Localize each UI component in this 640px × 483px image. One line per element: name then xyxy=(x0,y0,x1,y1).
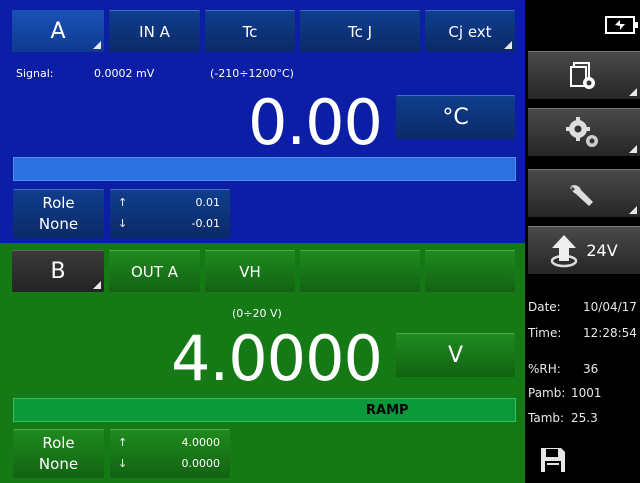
file-settings-button[interactable] xyxy=(528,51,640,99)
corner-indicator-icon xyxy=(629,88,637,96)
tab-label: Tc xyxy=(242,22,258,41)
limit-high-value: 4.0000 xyxy=(181,436,221,449)
channel-b-reading: 4.0000 xyxy=(171,322,383,395)
file-settings-icon xyxy=(570,61,595,89)
channel-a-limits-button[interactable]: ↑ 0.01 ↓ -0.01 xyxy=(110,189,230,238)
sidebar: 24V Date: 10/04/17 Time: 12:28:54 %RH: 3… xyxy=(525,0,640,483)
tab-label: A xyxy=(50,18,66,44)
corner-indicator-icon xyxy=(629,206,637,214)
loop-power-icon xyxy=(551,234,578,267)
ramp-label: RAMP xyxy=(366,403,409,418)
time-value: 12:28:54 xyxy=(583,326,637,340)
tab-label: OUT A xyxy=(131,262,178,281)
tamb-label: Tamb: xyxy=(528,411,565,425)
arrow-up-icon: ↑ xyxy=(118,436,128,449)
settings-button[interactable] xyxy=(528,108,640,156)
channel-a-bar xyxy=(13,157,516,181)
role-label: Role xyxy=(42,194,75,212)
rh-label: %RH: xyxy=(528,362,561,376)
unit-label: V xyxy=(447,343,464,368)
tab-label: B xyxy=(50,259,66,284)
channel-a-unit-button[interactable]: °C xyxy=(396,95,515,139)
corner-indicator-icon xyxy=(93,281,101,289)
role-value: None xyxy=(38,215,79,233)
channel-b-limits-button[interactable]: ↑ 4.0000 ↓ 0.0000 xyxy=(110,429,230,478)
channel-a-cj-tab[interactable]: Cj ext xyxy=(425,10,515,52)
channel-b-type-tab[interactable]: VH xyxy=(205,250,295,292)
corner-indicator-icon xyxy=(93,41,101,49)
limit-low-value: -0.01 xyxy=(191,217,220,230)
corner-indicator-icon xyxy=(629,145,637,153)
channel-b-role-button[interactable]: Role None xyxy=(13,429,104,478)
channel-a-sensor-tab[interactable]: Tc xyxy=(205,10,295,52)
save-icon[interactable] xyxy=(539,446,567,474)
arrow-up-icon: ↑ xyxy=(118,196,128,209)
tab-label: Tc J xyxy=(347,22,373,41)
unit-label: °C xyxy=(442,105,469,130)
signal-label: Signal: xyxy=(16,67,54,80)
wrench-icon xyxy=(570,182,593,206)
channel-b-ramp-bar: RAMP xyxy=(13,398,516,422)
pamb-label: Pamb: xyxy=(528,386,566,400)
tab-label: VH xyxy=(239,262,261,281)
pamb-value: 1001 xyxy=(571,386,602,400)
limit-high-value: 0.01 xyxy=(195,196,221,209)
channel-a-type-tab[interactable]: Tc J xyxy=(300,10,420,52)
tools-button[interactable] xyxy=(528,169,640,217)
tab-label: IN A xyxy=(139,22,170,41)
channel-a-role-button[interactable]: Role None xyxy=(13,189,104,238)
channel-b-range: (0÷20 V) xyxy=(232,307,282,320)
battery-plug-icon[interactable] xyxy=(605,14,639,36)
channel-a-mode-tab[interactable]: IN A xyxy=(109,10,200,52)
signal-value: 0.0002 mV xyxy=(94,67,155,80)
power-label: 24V xyxy=(586,241,618,260)
channel-a-reading: 0.00 xyxy=(247,86,383,159)
arrow-down-icon: ↓ xyxy=(118,457,128,470)
corner-indicator-icon xyxy=(504,41,512,49)
rh-value: 36 xyxy=(583,362,599,376)
channel-b-empty-tab-2[interactable] xyxy=(425,250,515,292)
gears-icon xyxy=(566,116,598,147)
tab-label: Cj ext xyxy=(448,22,492,41)
arrow-down-icon: ↓ xyxy=(118,217,128,230)
limit-low-value: 0.0000 xyxy=(181,457,221,470)
channel-b-unit-button[interactable]: V xyxy=(396,333,515,377)
role-label: Role xyxy=(42,434,75,452)
channel-a-panel: A IN A Tc Tc J Cj ext Signal: 0.0002 mV … xyxy=(0,0,525,243)
loop-power-button[interactable]: 24V xyxy=(528,226,640,274)
channel-b-select-tab[interactable]: B xyxy=(12,250,104,292)
time-label: Time: xyxy=(528,326,562,340)
channel-b-empty-tab-1[interactable] xyxy=(300,250,420,292)
channel-a-range: (-210÷1200°C) xyxy=(210,67,294,80)
channel-b-panel: B OUT A VH (0÷20 V) 4.0000 V RAMP Role N… xyxy=(0,243,525,483)
date-label: Date: xyxy=(528,300,561,314)
date-value: 10/04/17 xyxy=(583,300,637,314)
tamb-value: 25.3 xyxy=(571,411,598,425)
role-value: None xyxy=(38,455,79,473)
channel-b-mode-tab[interactable]: OUT A xyxy=(109,250,200,292)
channel-a-select-tab[interactable]: A xyxy=(12,10,104,52)
